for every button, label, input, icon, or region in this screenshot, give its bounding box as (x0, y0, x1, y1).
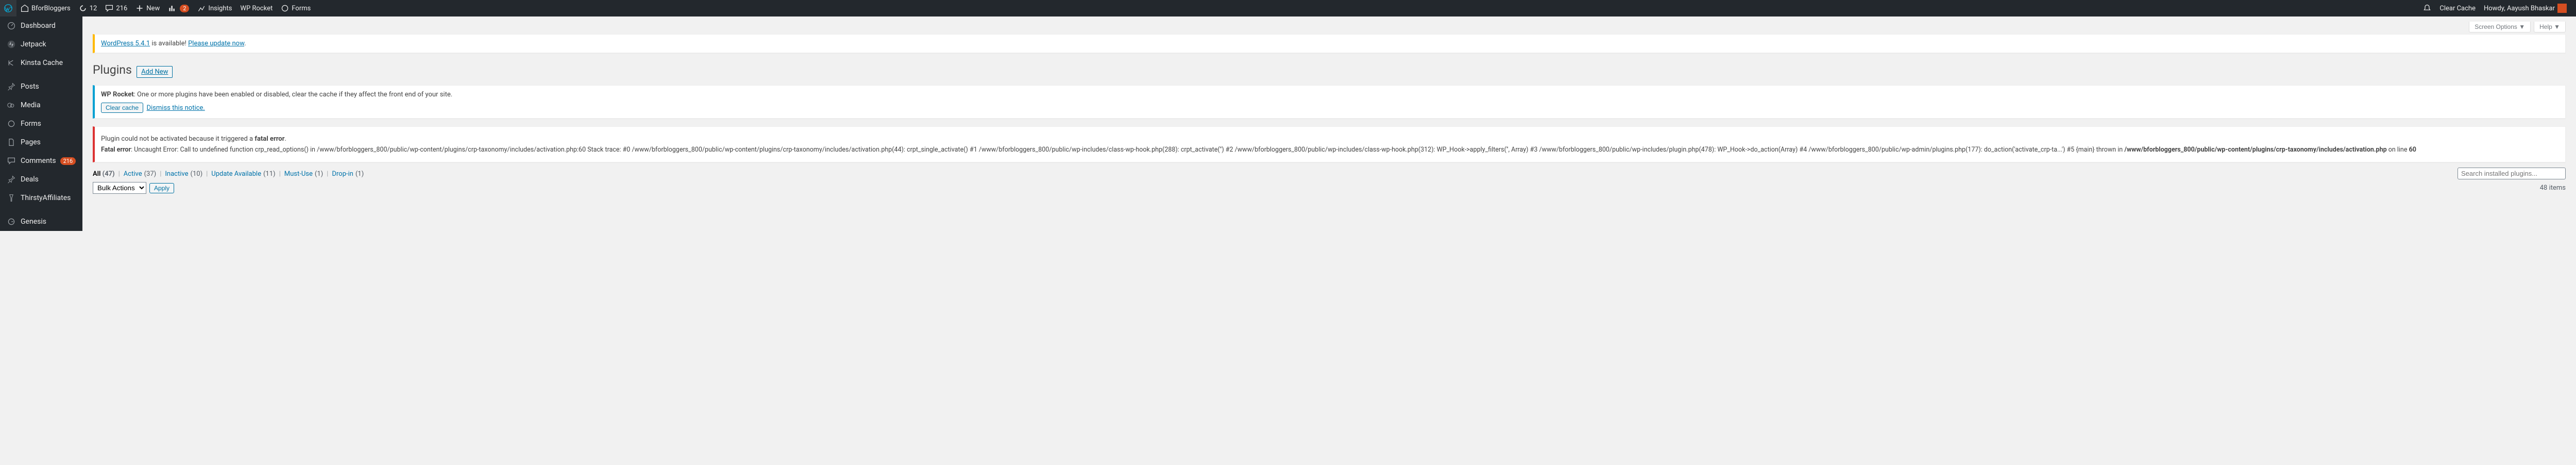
items-count: 48 items (2540, 184, 2566, 192)
menu-label: Forms (21, 120, 41, 128)
menu-genesis[interactable]: Genesis (0, 212, 82, 231)
howdy-label: Howdy, Aayush Bhaskar (2484, 5, 2555, 12)
fatal-path: /www/bforbloggers_800/public/wp-content/… (2124, 146, 2386, 154)
menu-thirsty[interactable]: ThirstyAffiliates (0, 189, 82, 207)
screen-options-button[interactable]: Screen Options ▼ (2469, 22, 2531, 32)
bar-comments-count: 216 (116, 5, 127, 12)
menu-forms[interactable]: Forms (0, 114, 82, 133)
filter-dropin[interactable]: Drop-in (332, 170, 353, 178)
search-plugins-input[interactable] (2458, 168, 2566, 179)
update-now-link[interactable]: Please update now (188, 40, 244, 47)
kinsta-icon (6, 58, 16, 68)
pin-icon (6, 81, 16, 92)
menu-kinsta[interactable]: Kinsta Cache (0, 54, 82, 72)
dashboard-icon (6, 21, 16, 31)
comments-link[interactable]: 216 (101, 0, 131, 16)
filter-inactive[interactable]: Inactive (165, 170, 188, 178)
site-name-label: BforBloggers (31, 5, 71, 12)
update-notice: WordPress 5.4.1 is available! Please upd… (93, 34, 2566, 53)
forms-bar-link[interactable]: Forms (277, 0, 315, 16)
wprocket-link[interactable]: WP Rocket (236, 0, 277, 16)
online: on line (2387, 146, 2409, 154)
menu-label: Deals (21, 175, 39, 184)
menu-dashboard[interactable]: Dashboard (0, 16, 82, 35)
wprocket-text: : One or more plugins have been enabled … (134, 91, 452, 98)
filter-active[interactable]: Active (124, 170, 142, 178)
err-pre: Plugin could not be activated because it… (101, 135, 255, 143)
add-new-button[interactable]: Add New (137, 66, 173, 78)
comment-icon (6, 156, 16, 166)
filter-all[interactable]: All (47) (93, 170, 115, 178)
apply-button[interactable]: Apply (149, 183, 174, 193)
menu-label: Posts (21, 82, 39, 91)
fatal-label: Fatal error (101, 146, 131, 154)
site-name[interactable]: BforBloggers (16, 0, 75, 16)
menu-comments[interactable]: Comments 216 (0, 152, 82, 170)
bulk-actions-select[interactable]: Bulk Actions (93, 182, 146, 194)
link-icon (6, 193, 16, 203)
pin-icon (6, 174, 16, 185)
dismiss-notice-link[interactable]: Dismiss this notice. (146, 104, 205, 112)
updates-count: 12 (90, 5, 97, 12)
plugin-filters: All (47) | Active (37) | Inactive (10) |… (93, 170, 2566, 178)
filter-mustuse[interactable]: Must-Use (284, 170, 313, 178)
menu-label: Media (21, 101, 41, 109)
stats-badge: 2 (180, 5, 189, 12)
help-button[interactable]: Help ▼ (2534, 22, 2566, 32)
fatal-error-notice: Plugin could not be activated because it… (93, 126, 2566, 162)
menu-media[interactable]: Media (0, 96, 82, 114)
avatar (2557, 4, 2567, 13)
media-icon (6, 100, 16, 110)
menu-label: Pages (21, 138, 41, 146)
clear-cache-bar[interactable]: Clear Cache (2435, 0, 2480, 16)
comments-count: 216 (60, 157, 76, 165)
linenum: 60 (2409, 146, 2416, 154)
menu-label: Comments (21, 157, 56, 165)
menu-jetpack[interactable]: Jetpack (0, 35, 82, 54)
page-title: Plugins (93, 61, 132, 79)
account-link[interactable]: Howdy, Aayush Bhaskar (2480, 0, 2571, 16)
new-link[interactable]: New (131, 0, 164, 16)
menu-label: Jetpack (21, 40, 46, 48)
clear-cache-bar-label: Clear Cache (2439, 5, 2476, 12)
jetpack-icon (6, 39, 16, 49)
forms-bar-label: Forms (292, 5, 311, 12)
err-bold: fatal error (255, 135, 284, 143)
menu-label: ThirstyAffiliates (21, 194, 71, 202)
fatal-body: : Uncaught Error: Call to undefined func… (131, 146, 2124, 154)
clear-cache-button[interactable]: Clear cache (101, 103, 143, 113)
menu-deals[interactable]: Deals (0, 170, 82, 189)
menu-label: Dashboard (21, 22, 56, 30)
forms-icon (6, 119, 16, 129)
notifications-icon[interactable] (2419, 0, 2435, 16)
genesis-icon (6, 217, 16, 227)
filter-update[interactable]: Update Available (211, 170, 261, 178)
wprocket-label: WP Rocket (240, 5, 273, 12)
menu-label: Kinsta Cache (21, 59, 63, 67)
menu-pages[interactable]: Pages (0, 133, 82, 152)
wp-version-link[interactable]: WordPress 5.4.1 (101, 40, 150, 47)
insights-link[interactable]: Insights (193, 0, 236, 16)
update-mid: is available! (150, 40, 188, 47)
wp-logo[interactable] (0, 0, 16, 16)
insights-label: Insights (208, 5, 232, 12)
menu-posts[interactable]: Posts (0, 77, 82, 96)
new-label: New (146, 5, 160, 12)
updates-link[interactable]: 12 (75, 0, 101, 16)
wprocket-notice: WP Rocket: One or more plugins have been… (93, 85, 2566, 119)
stats-link[interactable]: 2 (164, 0, 193, 16)
wprocket-bold: WP Rocket (101, 91, 134, 98)
page-icon (6, 137, 16, 147)
menu-label: Genesis (21, 218, 46, 226)
